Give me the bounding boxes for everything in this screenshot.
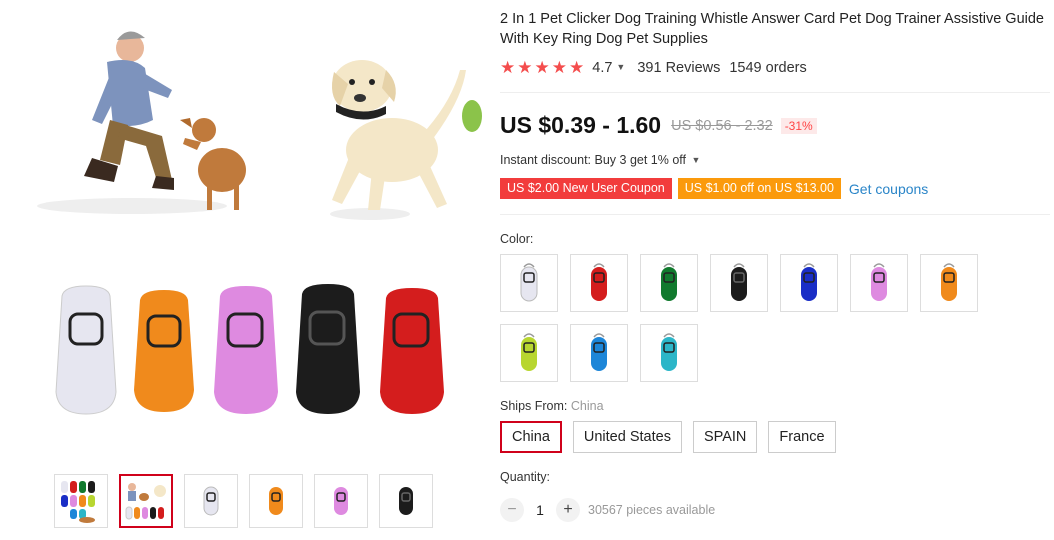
puppy-photo <box>300 40 482 230</box>
thumbnail-6[interactable] <box>379 474 433 528</box>
color-swatch-pink[interactable] <box>850 254 908 312</box>
ships-from-title: Ships From: <box>500 399 568 413</box>
color-swatch-black[interactable] <box>710 254 768 312</box>
thumbnail-5[interactable] <box>314 474 368 528</box>
clicker-blue-icon <box>801 263 817 301</box>
clicker-black <box>296 284 360 414</box>
color-swatch-cyan[interactable] <box>640 324 698 382</box>
clicker-yellow-icon <box>521 333 537 371</box>
clicker-sky-blue-icon <box>591 333 607 371</box>
clicker-pink-icon <box>871 263 887 301</box>
chevron-down-icon[interactable]: ▼ <box>616 62 625 72</box>
product-gallery <box>22 0 482 540</box>
ship-option-spain[interactable]: SPAIN <box>692 421 758 453</box>
clicker-red <box>380 288 444 414</box>
main-product-image[interactable] <box>22 0 482 462</box>
thumbnail-1[interactable] <box>54 474 108 528</box>
rating-row: ★ ★ ★ ★ ★ 4.7 ▼ 391 Reviews 1549 orders <box>500 59 807 76</box>
ship-option-united-states[interactable]: United States <box>572 421 682 453</box>
clicker-red-icon <box>591 263 607 301</box>
product-image-illustration <box>22 20 482 415</box>
thumbnail-image <box>399 487 413 515</box>
quantity-input[interactable]: 1 <box>524 502 556 518</box>
reviews-link[interactable]: 391 Reviews <box>637 60 720 76</box>
discount-badge: -31% <box>780 117 817 134</box>
current-price: US $0.39 - 1.60 <box>500 112 662 138</box>
color-swatch-red[interactable] <box>570 254 628 312</box>
thumbnail-image <box>269 487 283 515</box>
quantity-label: Quantity: <box>500 470 551 484</box>
clicker-cyan-icon <box>661 333 677 371</box>
color-swatch-sky-blue[interactable] <box>570 324 628 382</box>
thumbnail-image <box>61 481 95 523</box>
rating-value[interactable]: 4.7 <box>592 60 612 76</box>
clicker-orange-icon <box>941 263 957 301</box>
star-icon: ★ <box>517 58 533 77</box>
color-swatch-yellow[interactable] <box>500 324 558 382</box>
clicker-green-icon <box>661 263 677 301</box>
price-row: US $0.39 - 1.60 US $0.56 - 2.32 -31% <box>500 112 817 139</box>
ship-from-options: China United States SPAIN France <box>500 421 836 453</box>
color-swatch-white[interactable] <box>500 254 558 312</box>
decrease-quantity-button[interactable]: − <box>500 498 524 522</box>
star-icon: ★ <box>551 58 567 77</box>
clicker-white <box>55 285 117 415</box>
ship-option-france[interactable]: France <box>768 421 836 453</box>
star-icon: ★ <box>569 58 585 77</box>
thumbnail-2[interactable] <box>119 474 173 528</box>
color-swatch-orange[interactable] <box>920 254 978 312</box>
coupon-row: US $2.00 New User Coupon US $1.00 off on… <box>500 178 928 199</box>
divider <box>500 92 1050 93</box>
thumbnail-strip <box>54 474 433 528</box>
clicker-pink <box>214 286 278 414</box>
order-coupon[interactable]: US $1.00 off on US $13.00 <box>677 178 841 199</box>
star-icon: ★ <box>500 58 516 77</box>
orders-count: 1549 orders <box>729 59 807 76</box>
clicker-black-icon <box>731 263 747 301</box>
original-price: US $0.56 - 2.32 <box>671 117 773 134</box>
thumbnail-image <box>125 483 166 520</box>
ship-option-china[interactable]: China <box>500 421 562 453</box>
ships-from-value: China <box>570 399 604 413</box>
star-icon: ★ <box>534 58 550 77</box>
divider <box>500 214 1050 215</box>
new-user-coupon[interactable]: US $2.00 New User Coupon <box>500 178 672 199</box>
clickers-photo <box>55 284 444 415</box>
color-swatch-blue[interactable] <box>780 254 838 312</box>
thumbnail-image <box>203 486 219 516</box>
man-with-dog-photo <box>22 20 262 230</box>
color-label: Color: <box>500 232 534 246</box>
instant-discount[interactable]: Instant discount: Buy 3 get 1% off ▼ <box>500 153 712 167</box>
clicker-white-icon <box>520 263 538 302</box>
chevron-down-icon: ▼ <box>691 155 701 165</box>
increase-quantity-button[interactable]: + <box>556 498 580 522</box>
color-swatch-green[interactable] <box>640 254 698 312</box>
thumbnail-image <box>334 487 348 515</box>
quantity-stepper: − 1 + 30567 pieces available <box>500 498 715 522</box>
thumbnail-4[interactable] <box>249 474 303 528</box>
thumbnail-3[interactable] <box>184 474 238 528</box>
product-title: 2 In 1 Pet Clicker Dog Training Whistle … <box>500 11 1044 47</box>
pieces-available: 30567 pieces available <box>588 503 716 517</box>
ships-from-label: Ships From: China <box>500 399 604 413</box>
instant-discount-text: Instant discount: Buy 3 get 1% off <box>500 153 686 167</box>
rating-stars[interactable]: ★ ★ ★ ★ ★ <box>500 59 584 76</box>
get-coupons-link[interactable]: Get coupons <box>849 181 928 197</box>
color-swatches <box>500 254 990 382</box>
clicker-orange <box>134 290 194 412</box>
